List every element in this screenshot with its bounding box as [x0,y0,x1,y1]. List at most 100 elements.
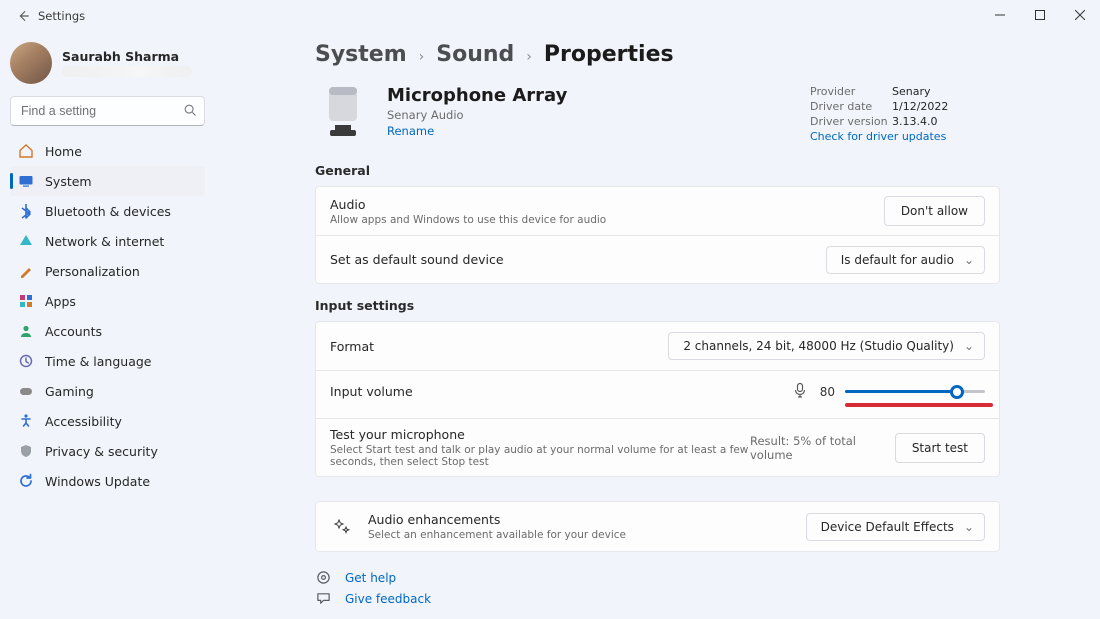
nav-gaming[interactable]: Gaming [10,376,205,406]
check-driver-updates-link[interactable]: Check for driver updates [810,130,1000,143]
maximize-button[interactable] [1020,0,1060,30]
back-arrow-icon [16,9,30,23]
driver-date-key: Driver date [810,100,892,113]
row-format-title: Format [330,339,374,354]
nav-label: Accounts [45,324,102,339]
close-icon [1075,10,1085,20]
personalization-icon [18,263,34,279]
enh-title: Audio enhancements [368,512,626,527]
slider-thumb[interactable] [950,385,964,399]
microphone-icon [320,85,366,141]
search-input[interactable] [10,96,205,126]
sparkle-icon [330,517,354,537]
breadcrumb-system[interactable]: System [315,42,407,67]
nav-label: Time & language [45,354,151,369]
back-button[interactable] [14,9,32,23]
nav-time[interactable]: Time & language [10,346,205,376]
nav-label: Bluetooth & devices [45,204,171,219]
driver-provider-key: Provider [810,85,892,98]
chevron-down-icon: ⌄ [964,520,974,534]
chevron-right-icon: › [526,49,532,65]
annotation-underline [845,403,993,407]
nav-update[interactable]: Windows Update [10,466,205,496]
nav-home[interactable]: Home [10,136,205,166]
breadcrumb-sound[interactable]: Sound [436,42,514,67]
network-icon [18,233,34,249]
get-help-row[interactable]: Get help [315,570,1000,585]
profile-block[interactable]: Saurabh Sharma [10,38,205,94]
nav-label: Apps [45,294,76,309]
apps-icon [18,293,34,309]
microphone-small-icon [793,382,807,401]
row-test-desc: Select Start test and talk or play audio… [330,444,750,468]
row-test-title: Test your microphone [330,427,750,442]
sidebar: Saurabh Sharma Home System Bluetooth & d… [0,32,215,619]
chevron-down-icon: ⌄ [964,253,974,267]
give-feedback-link[interactable]: Give feedback [345,592,431,606]
slider-fill [845,390,957,393]
row-audio-desc: Allow apps and Windows to use this devic… [330,214,606,226]
enhancements-dropdown[interactable]: Device Default Effects ⌄ [806,513,985,541]
home-icon [18,143,34,159]
rename-link[interactable]: Rename [387,124,794,138]
nav-accessibility[interactable]: Accessibility [10,406,205,436]
accessibility-icon [18,413,34,429]
enhancements-value: Device Default Effects [821,520,954,534]
nav-system[interactable]: System [10,166,205,196]
chevron-down-icon: ⌄ [964,339,974,353]
window-title: Settings [38,9,85,23]
feedback-row[interactable]: Give feedback [315,591,1000,606]
chevron-right-icon: › [419,49,425,65]
nav-label: Network & internet [45,234,164,249]
format-value: 2 channels, 24 bit, 48000 Hz (Studio Qua… [683,339,954,353]
device-vendor: Senary Audio [387,108,794,122]
driver-version-value: 3.13.4.0 [892,115,937,128]
volume-slider[interactable] [845,383,985,401]
feedback-icon [315,591,331,606]
default-device-dropdown[interactable]: Is default for audio ⌄ [826,246,985,274]
close-button[interactable] [1060,0,1100,30]
enh-desc: Select an enhancement available for your… [368,529,626,541]
section-general: General [315,163,1000,178]
system-icon [18,173,34,189]
titlebar: Settings [0,0,1100,32]
help-icon [315,570,331,585]
row-audio-title: Audio [330,197,606,212]
nav-personalization[interactable]: Personalization [10,256,205,286]
get-help-link[interactable]: Get help [345,571,396,585]
row-test-mic: Test your microphone Select Start test a… [316,418,999,476]
start-test-button[interactable]: Start test [895,433,985,463]
breadcrumb-current: Properties [544,42,674,67]
gaming-icon [18,383,34,399]
nav-bluetooth[interactable]: Bluetooth & devices [10,196,205,226]
default-device-value: Is default for audio [841,253,954,267]
nav-privacy[interactable]: Privacy & security [10,436,205,466]
test-result: Result: 5% of total volume [750,434,883,462]
dont-allow-button[interactable]: Don't allow [884,196,985,226]
row-default-device: Set as default sound device Is default f… [316,235,999,283]
nav-accounts[interactable]: Accounts [10,316,205,346]
breadcrumb: System › Sound › Properties [315,42,1000,67]
device-image [315,85,371,141]
general-card: Audio Allow apps and Windows to use this… [315,186,1000,284]
bottom-links: Get help Give feedback [315,570,1000,606]
section-input: Input settings [315,298,1000,313]
search-wrap [10,96,205,126]
minimize-button[interactable] [980,0,1020,30]
window-controls [980,0,1100,30]
driver-version-key: Driver version [810,115,892,128]
bluetooth-icon [18,203,34,219]
driver-provider-value: Senary [892,85,931,98]
maximize-icon [1035,10,1045,20]
privacy-icon [18,443,34,459]
format-dropdown[interactable]: 2 channels, 24 bit, 48000 Hz (Studio Qua… [668,332,985,360]
time-icon [18,353,34,369]
nav-apps[interactable]: Apps [10,286,205,316]
row-volume-title: Input volume [330,384,413,399]
nav-network[interactable]: Network & internet [10,226,205,256]
driver-info: ProviderSenary Driver date1/12/2022 Driv… [810,85,1000,143]
nav-label: Windows Update [45,474,150,489]
driver-date-value: 1/12/2022 [892,100,948,113]
search-icon [183,103,197,120]
nav-label: Gaming [45,384,94,399]
